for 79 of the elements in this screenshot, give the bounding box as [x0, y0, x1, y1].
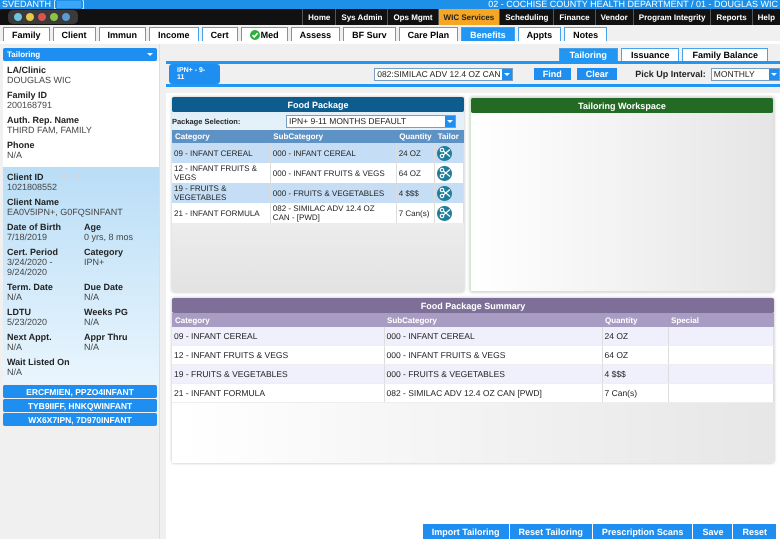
tab[interactable]: Notes: [564, 27, 608, 41]
panel-title: Food Package Summary: [172, 298, 774, 313]
field-label: Appr Thru: [84, 332, 128, 342]
field-value: N/A: [84, 317, 100, 327]
field-value: 3/24/2020 - 9/24/2020: [7, 257, 54, 277]
panel-title: Food Package: [172, 97, 464, 112]
interval-select[interactable]: MONTHLY: [710, 68, 780, 80]
tab[interactable]: Client: [52, 27, 96, 41]
scissors-button[interactable]: [437, 186, 452, 200]
field-value: N/A: [7, 342, 24, 352]
tab[interactable]: Appts: [518, 27, 562, 41]
field-value: IPN+: [84, 257, 106, 267]
field-value: 7/18/2019: [7, 232, 48, 242]
field-label: LA/Clinic: [7, 65, 48, 75]
field-label: Next Appt.: [7, 332, 53, 342]
column-header: SubCategory: [384, 313, 602, 327]
column-header: Quantity: [602, 313, 668, 327]
caret-icon: [147, 53, 153, 56]
field-label: Pick Up Interval:: [635, 69, 706, 79]
table-cell: 21 - INFANT FORMULA: [172, 384, 384, 402]
table-cell: 7 Can(s): [602, 384, 668, 402]
tab[interactable]: Immun: [98, 27, 146, 41]
field-value: N/A: [7, 150, 24, 160]
scissors-button[interactable]: [437, 166, 452, 180]
field-label: Phone: [7, 140, 36, 150]
field-value: 1021808552: [7, 182, 58, 192]
field-value: N/A: [7, 292, 24, 302]
user-name-bracket: ]: [82, 0, 85, 9]
menu-item[interactable]: WIC Services: [438, 9, 500, 25]
field-label: Auth. Rep. Name: [7, 115, 80, 125]
column-header: Category: [172, 130, 270, 143]
panel-title: Tailoring Workspace: [471, 98, 773, 113]
tab[interactable]: Cert: [202, 27, 238, 41]
field-label: Due Date: [84, 282, 124, 292]
tab[interactable]: Family Balance: [682, 48, 768, 61]
field-label: Client Name: [7, 197, 60, 207]
column-header: Tailor: [434, 130, 464, 143]
column-header: Special: [668, 313, 774, 327]
field-value: N/A: [84, 292, 100, 302]
field-label: LDTU: [7, 307, 32, 317]
product-select[interactable]: 082:SIMILAC ADV 12.4 OZ CAN: [374, 68, 513, 80]
field-value: THIRD FAM, FAMILY: [7, 125, 93, 135]
field-label: Wait Listed On: [7, 357, 71, 367]
redacted-field: [57, 1, 82, 8]
table-cell: 7 Can(s): [396, 203, 435, 223]
field-value: N/A: [84, 342, 100, 352]
field-value: DOUGLAS WIC: [7, 75, 72, 85]
table-cell: 082 - SIMILAC ADV 12.4 OZ CAN - [PWD]: [270, 203, 396, 223]
field-label: Date of Birth: [7, 222, 62, 232]
field-label: Age: [84, 222, 102, 232]
table-cell: 082 - SIMILAC ADV 12.4 OZ CAN [PWD]: [384, 384, 602, 402]
field-label: Weeks PG: [84, 307, 129, 317]
field-label: Category: [84, 247, 124, 257]
logo-icon: [8, 10, 78, 24]
field-label: Client ID: [7, 172, 44, 182]
tab[interactable]: Family: [3, 27, 50, 41]
column-header: SubCategory: [270, 130, 396, 143]
field-value: EA0V5IPN+, G0FQSINFANT: [7, 207, 124, 217]
tab[interactable]: Income: [149, 27, 199, 41]
field-value: 200168791: [7, 100, 54, 110]
tab[interactable]: BF Surv: [343, 27, 396, 41]
agency-title: 02 - COCHISE COUNTY HEALTH DEPARTMENT / 01 - DOUGLAS WIC: [488, 0, 779, 9]
field-label: Cert. Period: [7, 247, 60, 257]
scissors-button[interactable]: [437, 146, 452, 160]
tab[interactable]: Assess: [290, 27, 340, 41]
table-cell: 21 - INFANT FORMULA: [172, 203, 270, 223]
field-value: 0 yrs, 8 mos: [84, 232, 134, 242]
tab[interactable]: Care Plan: [398, 27, 458, 41]
column-header: Category: [172, 313, 384, 327]
tab[interactable]: Issuance: [620, 48, 680, 61]
field-label: Family ID: [7, 90, 48, 100]
tab[interactable]: Med: [240, 27, 288, 41]
column-header: Quantity: [396, 130, 435, 143]
field-value: N/A: [7, 367, 24, 377]
package-select[interactable]: IPN+ 9-11 MONTHS DEFAULT: [286, 114, 456, 128]
user-name: SVEDANTH [: [2, 0, 56, 9]
field-value: 5/23/2020: [7, 317, 48, 327]
field-label: Term. Date: [7, 282, 54, 292]
scissors-button[interactable]: [437, 206, 452, 220]
